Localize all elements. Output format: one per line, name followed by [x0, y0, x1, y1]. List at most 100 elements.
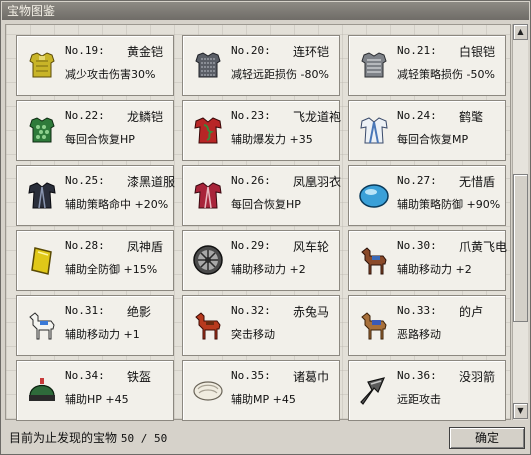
flying-dragon-robe-icon	[194, 117, 222, 144]
treasure-card[interactable]: No.26: 凤凰羽衣 每回合恢复HP	[182, 165, 342, 226]
item-number: No.34:	[65, 369, 105, 382]
item-name: 连环铠	[293, 45, 330, 59]
treasure-card[interactable]: No.22: 龙鳞铠 每回合恢复HP	[16, 100, 174, 161]
dragon-scale-armor-icon	[29, 117, 55, 143]
item-effect: 辅助移动力 +1	[65, 328, 140, 341]
treasure-card[interactable]: No.31: 绝影 辅助移动力 +1	[16, 295, 174, 356]
item-number: No.31:	[65, 304, 105, 317]
treasure-card[interactable]: No.19: 黄金铠 减少攻击伤害30%	[16, 35, 174, 96]
item-name: 漆黑道服	[127, 175, 176, 189]
phoenix-robe-icon	[194, 182, 222, 209]
item-number: No.25:	[65, 174, 105, 187]
item-name: 飞龙道袍	[293, 110, 342, 124]
treasure-card[interactable]: No.23: 飞龙道袍 辅助爆发力 +35	[182, 100, 342, 161]
iron-helmet-icon	[29, 378, 55, 401]
silver-armor-icon	[361, 52, 387, 78]
black-robe-icon	[28, 182, 56, 209]
item-name: 没羽箭	[459, 370, 496, 384]
crane-cloak-icon	[360, 117, 388, 144]
item-number: No.33:	[397, 304, 437, 317]
gold-armor-icon	[29, 52, 55, 78]
item-effect: 每回合恢复HP	[65, 133, 135, 146]
item-number: No.23:	[231, 109, 271, 122]
red-horse-icon	[195, 312, 221, 340]
item-effect: 辅助移动力 +2	[397, 263, 472, 276]
ok-button[interactable]: 确定	[449, 427, 525, 449]
treasure-catalog-window: 宝物图鉴 No.19: 黄金铠 减少攻击伤害30% No.20: 连环铠 减轻远…	[0, 0, 531, 455]
item-name: 的卢	[459, 305, 484, 319]
chain-armor-icon	[195, 52, 221, 78]
treasure-card[interactable]: No.27: 无惜盾 辅助策略防御 +90%	[348, 165, 506, 226]
saddled-horse-icon	[361, 312, 387, 340]
scroll-thumb[interactable]	[513, 174, 528, 322]
item-effect: 辅助策略防御 +90%	[397, 198, 501, 211]
item-effect: 减少攻击伤害30%	[65, 68, 156, 81]
treasure-card[interactable]: No.24: 鹤氅 每回合恢复MP	[348, 100, 506, 161]
item-number: No.24:	[397, 109, 437, 122]
item-number: No.32:	[231, 304, 271, 317]
vertical-scrollbar[interactable]: ▲ ▼	[512, 24, 528, 420]
item-number: No.20:	[231, 44, 271, 57]
item-number: No.35:	[231, 369, 271, 382]
treasure-card[interactable]: No.35: 诸葛巾 辅助MP +45	[182, 360, 340, 421]
treasure-card[interactable]: No.33: 的卢 恶路移动	[348, 295, 506, 356]
blue-shield-icon	[359, 184, 389, 208]
item-name: 铁盔	[127, 370, 152, 384]
gold-shield-icon	[31, 247, 52, 275]
item-effect: 突击移动	[231, 328, 275, 341]
window-title: 宝物图鉴	[2, 2, 529, 20]
treasure-card[interactable]: No.29: 风车轮 辅助移动力 +2	[182, 230, 340, 291]
item-effect: 辅助MP +45	[231, 393, 296, 406]
item-effect: 辅助HP +45	[65, 393, 129, 406]
wheel-icon	[193, 245, 223, 275]
item-name: 无惜盾	[459, 175, 496, 189]
item-effect: 辅助全防御 +15%	[65, 263, 158, 276]
item-effect: 恶路移动	[397, 328, 441, 341]
item-number: No.19:	[65, 44, 105, 57]
horse-icon	[361, 247, 387, 275]
treasure-card[interactable]: No.25: 漆黑道服 辅助策略命中 +20%	[16, 165, 176, 226]
item-name: 鹤氅	[459, 110, 484, 124]
item-number: No.28:	[65, 239, 105, 252]
item-effect: 减轻远距损伤 -80%	[231, 68, 329, 81]
status-line: 目前为止发现的宝物 50 / 50	[9, 429, 167, 446]
status-label: 目前为止发现的宝物	[9, 431, 118, 445]
treasure-card[interactable]: No.36: 没羽箭 远距攻击	[348, 360, 506, 421]
arrowhead-icon	[360, 377, 386, 405]
item-name: 凤凰羽衣	[293, 175, 342, 189]
item-number: No.26:	[231, 174, 271, 187]
item-effect: 辅助爆发力 +35	[231, 133, 313, 146]
item-number: No.27:	[397, 174, 437, 187]
item-name: 风车轮	[293, 240, 330, 254]
item-number: No.21:	[397, 44, 437, 57]
item-name: 爪黄飞电	[459, 240, 508, 254]
item-number: No.22:	[65, 109, 105, 122]
treasure-card[interactable]: No.32: 赤兔马 突击移动	[182, 295, 340, 356]
item-effect: 远距攻击	[397, 393, 441, 406]
item-name: 绝影	[127, 305, 152, 319]
item-effect: 减轻策略损伤 -50%	[397, 68, 495, 81]
item-number: No.29:	[231, 239, 271, 252]
treasure-card[interactable]: No.20: 连环铠 减轻远距损伤 -80%	[182, 35, 340, 96]
item-name: 凤神盾	[127, 240, 164, 254]
white-horse-icon	[29, 312, 55, 340]
turban-icon	[193, 381, 223, 401]
item-effect: 每回合恢复HP	[231, 198, 301, 211]
scroll-up-button[interactable]: ▲	[513, 24, 528, 40]
scroll-down-button[interactable]: ▼	[513, 403, 528, 419]
item-name: 黄金铠	[127, 45, 164, 59]
item-number: No.36:	[397, 369, 437, 382]
item-number: No.30:	[397, 239, 437, 252]
treasure-card[interactable]: No.30: 爪黄飞电 辅助移动力 +2	[348, 230, 508, 291]
item-name: 白银铠	[459, 45, 496, 59]
item-name: 赤兔马	[293, 305, 330, 319]
treasure-card[interactable]: No.21: 白银铠 减轻策略损伤 -50%	[348, 35, 506, 96]
item-effect: 每回合恢复MP	[397, 133, 469, 146]
item-effect: 辅助策略命中 +20%	[65, 198, 169, 211]
treasure-card[interactable]: No.28: 凤神盾 辅助全防御 +15%	[16, 230, 174, 291]
item-name: 龙鳞铠	[127, 110, 164, 124]
treasure-card[interactable]: No.34: 铁盔 辅助HP +45	[16, 360, 174, 421]
item-effect: 辅助移动力 +2	[231, 263, 306, 276]
treasure-grid: No.19: 黄金铠 减少攻击伤害30% No.20: 连环铠 减轻远距损伤 -…	[5, 24, 511, 421]
status-count: 50 / 50	[120, 432, 168, 445]
